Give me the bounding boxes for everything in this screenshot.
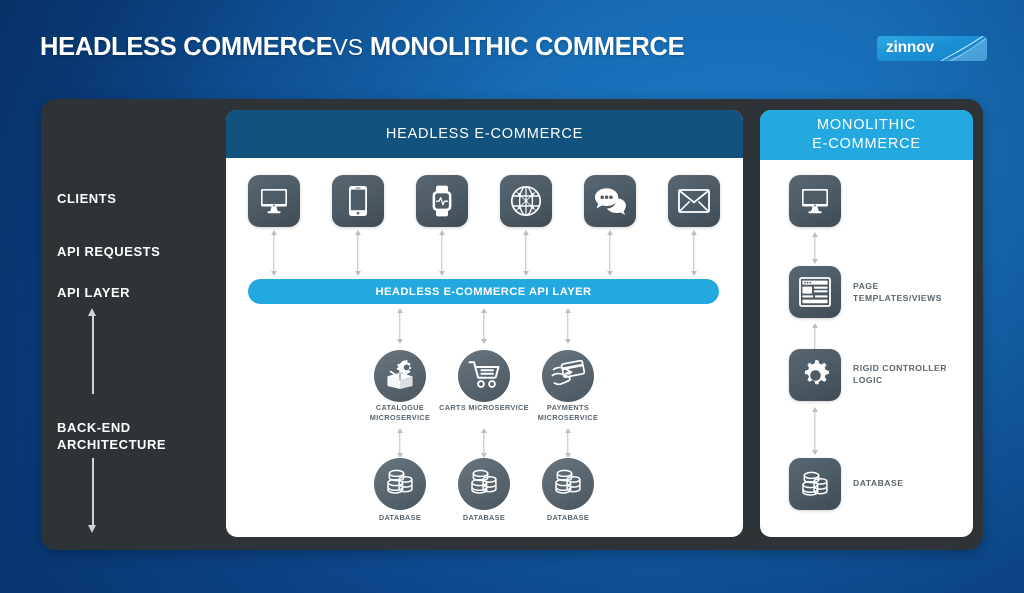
client-tile-web[interactable] xyxy=(500,175,552,227)
client-tile-smartwatch[interactable] xyxy=(416,175,468,227)
swoosh-icon xyxy=(940,36,987,61)
client-tile-desktop[interactable] xyxy=(248,175,300,227)
chat-bubbles-icon xyxy=(594,187,627,216)
connector-mobile-to-api xyxy=(350,230,366,276)
connector-controller-to-database xyxy=(807,407,823,455)
monolithic-header-line-2: E-COMMERCE xyxy=(812,136,921,152)
microservice-catalogue-icon-circle[interactable] xyxy=(374,350,426,402)
zinnov-logo[interactable]: zinnov xyxy=(877,36,987,61)
monolithic-tile-page-templates[interactable] xyxy=(789,266,841,318)
shopping-cart-icon xyxy=(468,360,500,393)
monolithic-card-header: MONOLITHIC E-COMMERCE xyxy=(760,110,973,160)
connector-api-to-catalogue xyxy=(392,308,408,344)
monolithic-header-line-1: MONOLITHIC xyxy=(816,117,916,133)
page-title: HEADLESS COMMERCEVS MONOLITHIC COMMERCE xyxy=(40,33,685,62)
database-circle-carts[interactable] xyxy=(458,458,510,510)
connector-email-to-api xyxy=(686,230,702,276)
desktop-monitor-icon xyxy=(800,187,830,215)
connector-api-to-payments xyxy=(560,308,576,344)
headless-api-layer-bar[interactable]: HEADLESS E-COMMERCE API LAYER xyxy=(248,279,719,304)
microservice-carts-label: CARTS MICROSERVICE xyxy=(439,403,529,412)
title-part-headless: HEADLESS COMMERCE xyxy=(40,33,333,61)
microservice-payments-icon-circle[interactable] xyxy=(542,350,594,402)
database-circle-payments[interactable] xyxy=(542,458,594,510)
database-icon xyxy=(384,468,416,501)
sidebar-arrow-down-icon xyxy=(88,525,96,533)
database-label-carts: DATABASE xyxy=(462,513,506,522)
database-label-catalogue: DATABASE xyxy=(378,513,422,522)
client-tile-chat[interactable] xyxy=(584,175,636,227)
sidebar-arrow-up-icon xyxy=(88,308,96,316)
connector-payments-to-database xyxy=(560,428,576,458)
monolithic-label-page-templates: PAGE TEMPLATES/VIEWS xyxy=(853,281,942,303)
connector-smartwatch-to-api xyxy=(434,230,450,276)
title-part-monolithic: MONOLITHIC COMMERCE xyxy=(369,33,685,61)
sidebar-label-backend-architecture: BACK-END ARCHITECTURE xyxy=(57,420,167,452)
database-circle-catalogue[interactable] xyxy=(374,458,426,510)
client-tile-email[interactable] xyxy=(668,175,720,227)
microservice-catalogue-label: CATALOGUE MICROSERVICE xyxy=(369,403,431,422)
sidebar-arrow-line-top xyxy=(92,316,94,394)
sidebar-label-api-requests: API REQUESTS xyxy=(57,244,161,259)
connector-catalogue-to-database xyxy=(392,428,408,458)
monolithic-label-controller-logic: RIGID CONTROLLER LOGIC xyxy=(853,363,947,385)
mobile-phone-icon xyxy=(348,185,368,217)
desktop-monitor-icon xyxy=(259,187,289,215)
database-icon xyxy=(468,468,500,501)
monolithic-tile-desktop[interactable] xyxy=(789,175,841,227)
client-tile-mobile[interactable] xyxy=(332,175,384,227)
database-label-payments: DATABASE xyxy=(546,513,590,522)
open-box-gear-icon xyxy=(384,359,416,394)
sidebar-arrow-line-bottom xyxy=(92,458,94,526)
sidebar-label-api-layer: API LAYER xyxy=(57,285,131,300)
hand-credit-card-icon xyxy=(551,359,586,393)
smartwatch-icon xyxy=(431,185,453,217)
microservice-carts-icon-circle[interactable] xyxy=(458,350,510,402)
page-template-icon xyxy=(799,277,831,307)
connector-api-to-carts xyxy=(476,308,492,344)
sidebar-label-clients: CLIENTS xyxy=(57,191,117,206)
infographic-stage: HEADLESS COMMERCEVS MONOLITHIC COMMERCE … xyxy=(0,0,1024,593)
connector-monolithic-desktop-to-templates xyxy=(807,232,823,264)
connector-desktop-to-api xyxy=(266,230,282,276)
logo-text: zinnov xyxy=(886,39,934,56)
connector-chat-to-api xyxy=(602,230,618,276)
database-icon xyxy=(799,470,831,498)
connector-web-to-api xyxy=(518,230,534,276)
envelope-icon xyxy=(678,189,710,213)
database-icon xyxy=(552,468,584,501)
headless-card-header: HEADLESS E-COMMERCE xyxy=(226,110,743,158)
monolithic-label-database: DATABASE xyxy=(853,478,904,488)
connector-carts-to-database xyxy=(476,428,492,458)
monolithic-tile-controller-logic[interactable] xyxy=(789,349,841,401)
globe-icon xyxy=(510,185,542,217)
monolithic-tile-database[interactable] xyxy=(789,458,841,510)
gear-icon xyxy=(799,359,832,392)
title-vs: VS xyxy=(332,34,364,60)
microservice-payments-label: PAYMENTS MICROSERVICE xyxy=(537,403,599,422)
